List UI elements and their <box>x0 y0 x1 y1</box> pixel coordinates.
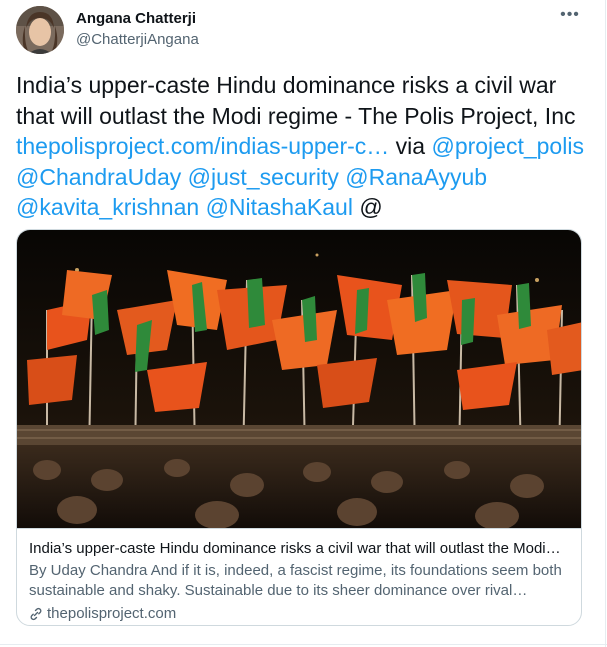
trailing-at: @ <box>359 194 383 220</box>
tweet-text: India’s upper-caste Hindu dominance risk… <box>16 70 596 223</box>
mention-link[interactable]: @kavita_krishnan <box>16 194 199 220</box>
tweet: Angana Chatterji @ChatterjiAngana ••• In… <box>0 0 607 647</box>
card-body: India’s upper-caste Hindu dominance risk… <box>17 528 581 624</box>
author-handle[interactable]: @ChatterjiAngana <box>76 31 199 48</box>
link-icon <box>30 607 42 621</box>
author-name[interactable]: Angana Chatterji <box>76 10 196 27</box>
mention-link[interactable]: @just_security <box>188 164 339 190</box>
card-image <box>17 230 581 530</box>
avatar-photo <box>16 6 64 54</box>
mention-link[interactable]: @ChandraUday <box>16 164 181 190</box>
mention-link[interactable]: @project_polis <box>431 133 583 159</box>
card-title: India’s upper-caste Hindu dominance risk… <box>29 540 561 557</box>
more-options-icon[interactable]: ••• <box>559 6 581 26</box>
mention-link[interactable]: @RanaAyyub <box>345 164 487 190</box>
tweet-body-text: India’s upper-caste Hindu dominance risk… <box>16 72 576 129</box>
via-text: via <box>389 133 432 159</box>
card-description: By Uday Chandra And if it is, indeed, a … <box>29 562 562 599</box>
card-domain: thepolisproject.com <box>29 604 571 624</box>
mention-link[interactable]: @NitashaKaul <box>206 194 353 220</box>
link-preview-card[interactable]: India’s upper-caste Hindu dominance risk… <box>16 229 582 626</box>
tweet-url-link[interactable]: thepolisproject.com/indias-upper-c… <box>16 133 389 159</box>
divider <box>0 644 607 645</box>
flags-rally-photo <box>17 230 581 530</box>
divider <box>605 0 606 647</box>
avatar[interactable] <box>16 6 64 54</box>
card-domain-text: thepolisproject.com <box>47 605 177 622</box>
